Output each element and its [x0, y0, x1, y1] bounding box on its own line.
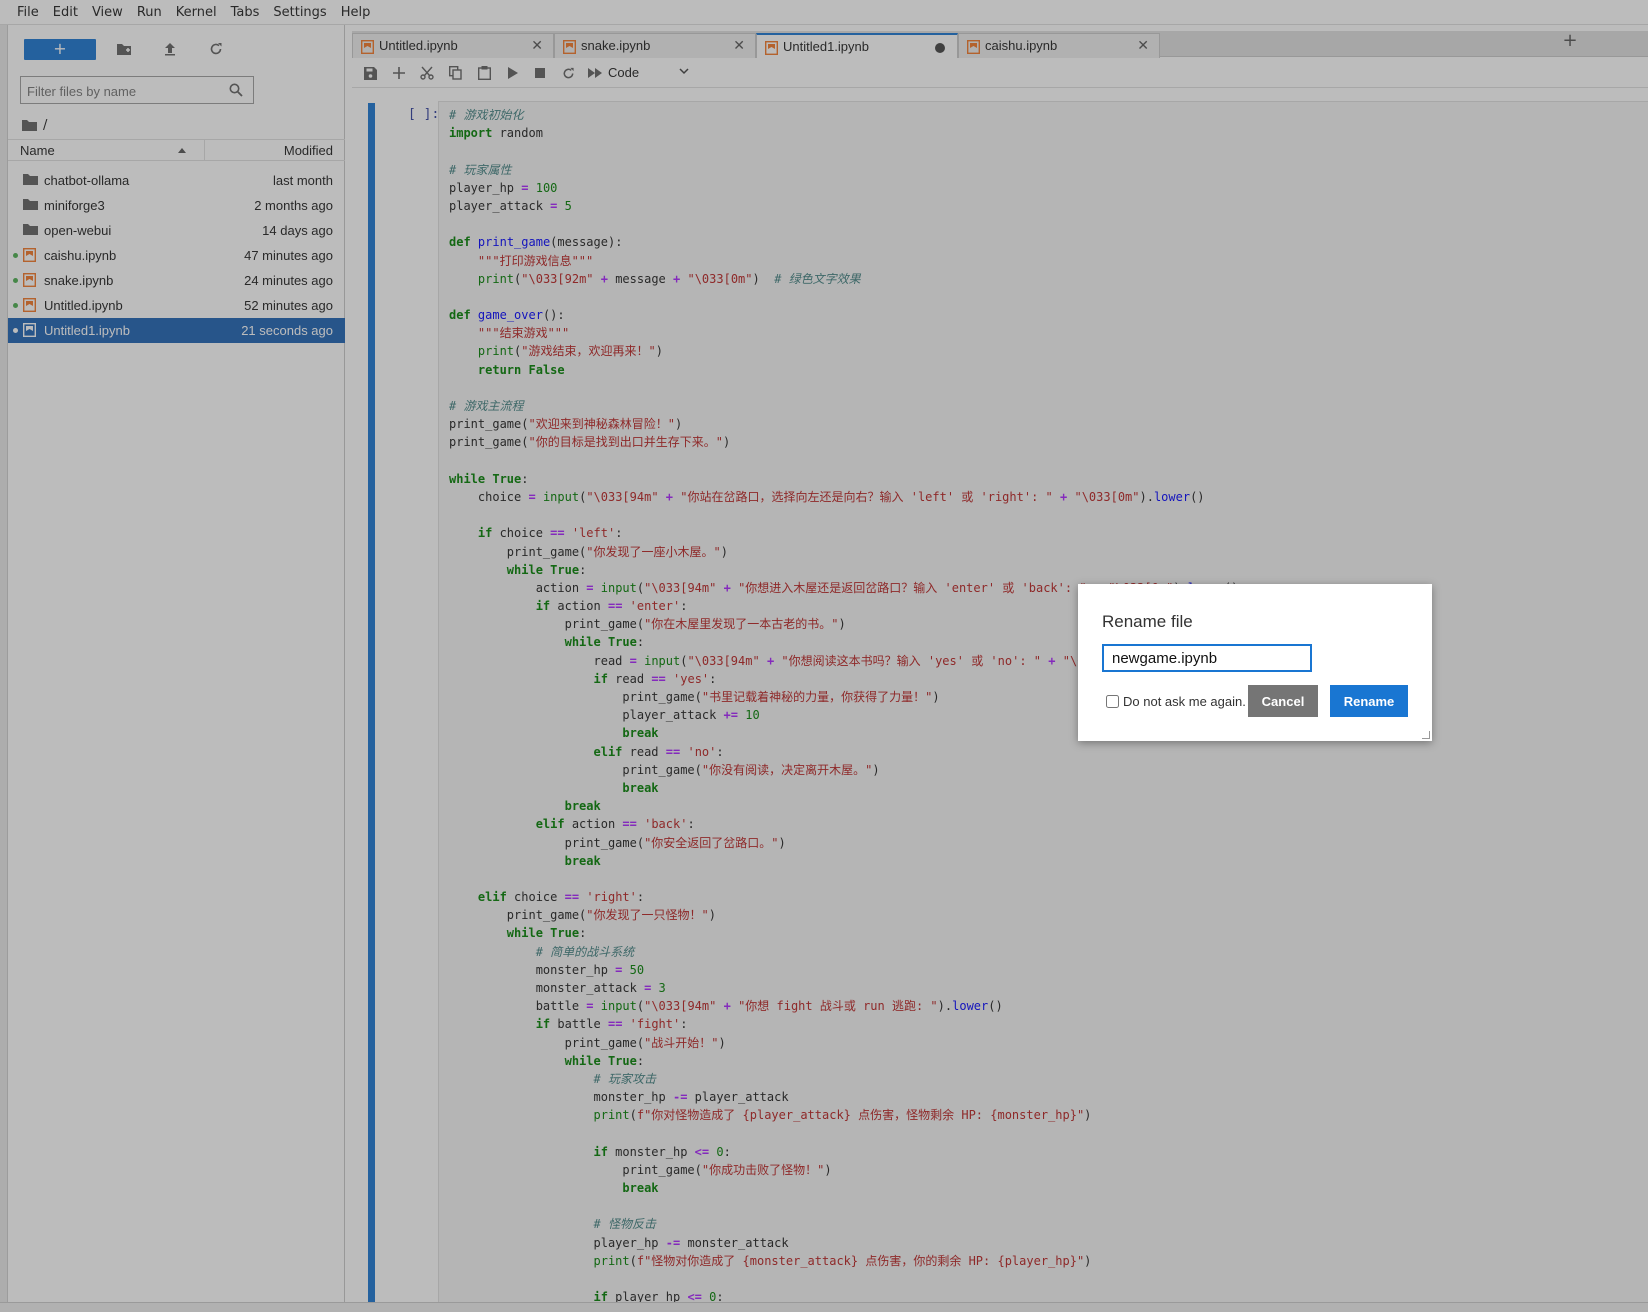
- dont-ask-again-option[interactable]: Do not ask me again.: [1106, 694, 1246, 709]
- cancel-button[interactable]: Cancel: [1248, 685, 1318, 717]
- dont-ask-again-label: Do not ask me again.: [1123, 694, 1246, 709]
- rename-button[interactable]: Rename: [1330, 685, 1408, 717]
- dialog-title: Rename file: [1102, 612, 1193, 631]
- dont-ask-again-checkbox[interactable]: [1106, 695, 1119, 708]
- resize-handle[interactable]: [1422, 731, 1430, 739]
- rename-file-dialog: Rename file Do not ask me again. Cancel …: [1078, 584, 1432, 741]
- rename-file-input[interactable]: [1102, 644, 1312, 672]
